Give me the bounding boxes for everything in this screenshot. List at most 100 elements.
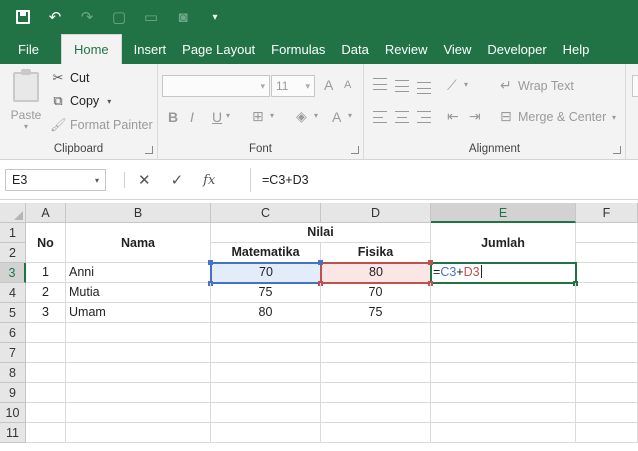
wrap-text-icon[interactable]: ↵ — [500, 77, 512, 94]
cell-c11[interactable] — [211, 423, 321, 443]
cell-b6[interactable] — [66, 323, 211, 343]
tab-formulas[interactable]: Formulas — [263, 34, 333, 64]
cell-e7[interactable] — [431, 343, 576, 363]
tab-page-layout[interactable]: Page Layout — [174, 34, 263, 64]
insert-function-icon[interactable]: fx — [203, 173, 215, 188]
cell-d2-header-fisika[interactable]: Fisika — [321, 243, 431, 263]
ref-handle[interactable] — [428, 260, 433, 265]
open-icon[interactable]: ▭ — [140, 6, 162, 28]
tab-home[interactable]: Home — [60, 34, 122, 64]
chevron-down-icon[interactable]: ▾ — [464, 80, 468, 89]
formula-input[interactable]: =C3+D3 — [262, 169, 309, 191]
ref-handle[interactable] — [318, 260, 323, 265]
align-left-icon[interactable] — [373, 111, 387, 123]
tab-review[interactable]: Review — [377, 34, 436, 64]
cell-f5[interactable] — [576, 303, 638, 323]
cell-f6[interactable] — [576, 323, 638, 343]
middle-align-icon[interactable] — [395, 80, 409, 92]
cell-b11[interactable] — [66, 423, 211, 443]
cell-a5[interactable]: 3 — [26, 303, 66, 323]
dialog-launcher-icon[interactable] — [145, 146, 153, 154]
bold-button[interactable]: B — [168, 109, 178, 125]
dialog-launcher-icon[interactable] — [613, 146, 621, 154]
ref-handle[interactable] — [208, 260, 213, 265]
top-align-icon[interactable] — [373, 78, 387, 90]
cell-b3[interactable]: Anni — [66, 263, 211, 283]
merge-center-button[interactable]: Merge & Center — [518, 110, 606, 124]
name-box[interactable]: E3 ▾ — [5, 169, 106, 191]
dialog-launcher-icon[interactable] — [351, 146, 359, 154]
cell-c10[interactable] — [211, 403, 321, 423]
font-color-button[interactable]: A — [332, 109, 341, 125]
undo-icon[interactable]: ↶ — [44, 6, 66, 28]
cell-c7[interactable] — [211, 343, 321, 363]
select-all-button[interactable] — [0, 203, 26, 223]
cell-c8[interactable] — [211, 363, 321, 383]
tab-insert[interactable]: Insert — [126, 34, 175, 64]
cell-d8[interactable] — [321, 363, 431, 383]
column-header-d[interactable]: D — [321, 203, 431, 223]
cell-e1-header-jumlah[interactable]: Jumlah — [431, 223, 576, 263]
row-header-8[interactable]: 8 — [0, 363, 26, 383]
customize-icon[interactable]: ▾ — [204, 6, 226, 28]
cell-a6[interactable] — [26, 323, 66, 343]
cell-a10[interactable] — [26, 403, 66, 423]
row-header-9[interactable]: 9 — [0, 383, 26, 403]
fill-color-icon[interactable]: ◈ — [296, 108, 307, 125]
cell-f4[interactable] — [576, 283, 638, 303]
row-header-1[interactable]: 1 — [0, 223, 26, 243]
cell-d6[interactable] — [321, 323, 431, 343]
column-header-c[interactable]: C — [211, 203, 321, 223]
cell-b8[interactable] — [66, 363, 211, 383]
cell-e3-editing[interactable]: =C3+D3 — [431, 263, 576, 283]
align-right-icon[interactable] — [417, 111, 431, 123]
cell-c9[interactable] — [211, 383, 321, 403]
cell-a4[interactable]: 2 — [26, 283, 66, 303]
cell-c5[interactable]: 80 — [211, 303, 321, 323]
redo-icon[interactable]: ↷ — [76, 6, 98, 28]
align-center-icon[interactable] — [395, 111, 409, 123]
cell-d5[interactable]: 75 — [321, 303, 431, 323]
row-header-4[interactable]: 4 — [0, 283, 26, 303]
row-header-6[interactable]: 6 — [0, 323, 26, 343]
number-format-select[interactable] — [632, 75, 638, 97]
cell-d4[interactable]: 70 — [321, 283, 431, 303]
cell-f8[interactable] — [576, 363, 638, 383]
cell-e11[interactable] — [431, 423, 576, 443]
cell-a7[interactable] — [26, 343, 66, 363]
cell-e4[interactable] — [431, 283, 576, 303]
format-painter-button[interactable]: 🖌 Format Painter — [50, 117, 153, 133]
tab-developer[interactable]: Developer — [479, 34, 554, 64]
font-name-select[interactable]: ▾ — [162, 75, 270, 97]
chevron-down-icon[interactable]: ▾ — [612, 113, 616, 122]
row-header-10[interactable]: 10 — [0, 403, 26, 423]
cell-b1-header-nama[interactable]: Nama — [66, 223, 211, 263]
grow-font-button[interactable]: A — [324, 77, 333, 93]
italic-button[interactable]: I — [190, 109, 194, 125]
cell-b10[interactable] — [66, 403, 211, 423]
cell-b5[interactable]: Umam — [66, 303, 211, 323]
new-icon[interactable]: ▢ — [108, 6, 130, 28]
cell-a9[interactable] — [26, 383, 66, 403]
cell-d7[interactable] — [321, 343, 431, 363]
chevron-down-icon[interactable]: ▾ — [314, 111, 318, 120]
column-header-e[interactable]: E — [431, 203, 576, 223]
decrease-indent-icon[interactable]: ⇤ — [447, 108, 459, 125]
cell-b7[interactable] — [66, 343, 211, 363]
cell-c2-header-matematika[interactable]: Matematika — [211, 243, 321, 263]
tab-file[interactable]: File — [0, 34, 57, 64]
increase-indent-icon[interactable]: ⇥ — [469, 108, 481, 125]
cell-d11[interactable] — [321, 423, 431, 443]
cancel-icon[interactable]: ✕ — [138, 171, 151, 189]
cell-c3[interactable]: 70 — [211, 263, 321, 283]
row-header-3[interactable]: 3 — [0, 263, 26, 283]
column-header-b[interactable]: B — [66, 203, 211, 223]
cell-c6[interactable] — [211, 323, 321, 343]
cell-c4[interactable]: 75 — [211, 283, 321, 303]
cell-c1-header-nilai[interactable]: Nilai — [211, 223, 431, 243]
cell-e6[interactable] — [431, 323, 576, 343]
cell-f3[interactable] — [576, 263, 638, 283]
cell-a11[interactable] — [26, 423, 66, 443]
column-header-f[interactable]: F — [576, 203, 638, 223]
chevron-down-icon[interactable]: ▾ — [348, 111, 352, 120]
